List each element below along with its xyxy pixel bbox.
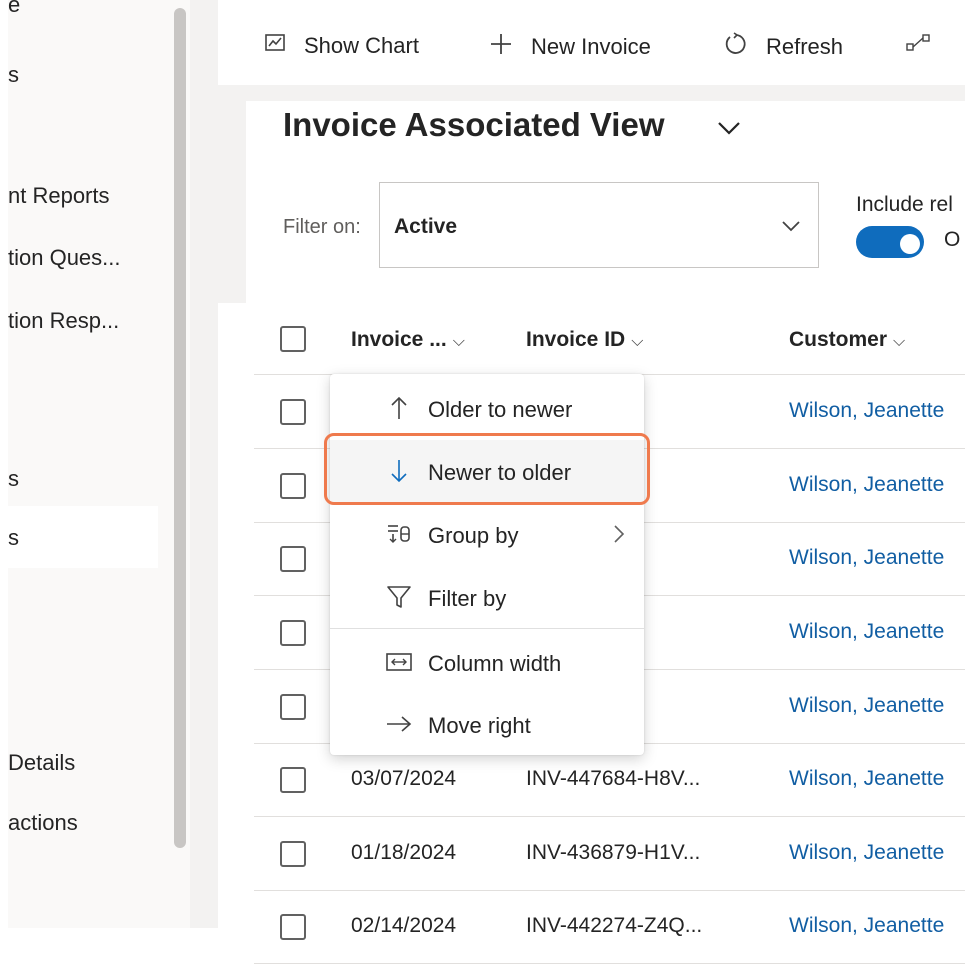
flow-icon	[906, 32, 932, 60]
toggle-knob	[900, 234, 920, 254]
sidebar-item[interactable]: e	[8, 0, 158, 18]
group-by-icon	[386, 521, 412, 547]
view-gutter	[218, 85, 246, 303]
customer-link[interactable]: Wilson, Jeanette	[789, 914, 944, 938]
table-row[interactable]: 02/14/2024 INV-442274-Z4Q... Wilson, Jea…	[254, 890, 965, 964]
menu-item-move-right[interactable]: Move right	[330, 693, 644, 755]
sidebar-item[interactable]: s	[8, 62, 158, 88]
invoice-date-cell: 02/14/2024	[351, 914, 457, 937]
sidebar-scrollbar[interactable]	[174, 8, 186, 848]
new-invoice-button[interactable]: New Invoice	[489, 32, 651, 62]
invoice-id-cell[interactable]: INV-442274-Z4Q...	[526, 914, 702, 938]
highlight-annotation	[324, 433, 650, 505]
menu-item-column-width[interactable]: Column width	[330, 631, 644, 693]
menu-item-label: Column width	[428, 651, 562, 676]
menu-item-filter-by[interactable]: Filter by	[330, 566, 644, 628]
table-row[interactable]: 01/18/2024 INV-436879-H1V... Wilson, Jea…	[254, 817, 965, 891]
show-chart-label: Show Chart	[304, 33, 419, 58]
menu-item-older-to-newer[interactable]: Older to newer	[330, 377, 644, 439]
row-checkbox[interactable]	[280, 546, 306, 572]
view-title: Invoice Associated View	[283, 106, 665, 143]
column-header-invoice-id[interactable]: Invoice ID ⌵	[526, 328, 643, 352]
invoice-id-cell[interactable]: INV-447684-H8V...	[526, 767, 700, 791]
select-all-checkbox[interactable]	[280, 326, 306, 352]
customer-link[interactable]: Wilson, Jeanette	[789, 694, 944, 718]
include-related-label: Include rel	[856, 193, 953, 216]
sidebar-item[interactable]: Details	[8, 750, 158, 776]
chevron-right-icon	[614, 525, 625, 543]
column-width-icon	[386, 649, 412, 675]
sidebar-item[interactable]: tion Resp...	[8, 308, 158, 334]
filter-icon	[386, 584, 412, 610]
invoice-date-cell: 03/07/2024	[351, 767, 457, 790]
row-checkbox[interactable]	[280, 914, 306, 940]
plus-icon	[489, 32, 513, 62]
row-checkbox[interactable]	[280, 767, 306, 793]
include-related-toggle[interactable]	[856, 226, 924, 258]
chevron-down-icon	[782, 221, 800, 232]
arrow-right-icon	[386, 711, 412, 737]
filter-dropdown[interactable]: Active	[379, 182, 819, 268]
sidebar-item[interactable]: s	[8, 466, 158, 492]
sidebar-item[interactable]: nt Reports	[8, 183, 158, 209]
view-selector-chevron-icon[interactable]	[714, 112, 744, 142]
customer-link[interactable]: Wilson, Jeanette	[789, 473, 944, 497]
chevron-down-icon: ⌵	[631, 333, 644, 350]
menu-item-label: Move right	[428, 713, 531, 738]
pane-divider	[190, 0, 218, 928]
menu-item-label: Filter by	[428, 586, 507, 611]
column-header-label: Invoice ...	[351, 328, 447, 351]
menu-item-label: Older to newer	[428, 397, 573, 422]
column-header-invoice-date[interactable]: Invoice ... ⌵	[351, 328, 465, 352]
window-edge	[0, 0, 8, 928]
chevron-down-icon: ⌵	[452, 333, 465, 350]
menu-divider	[330, 628, 644, 629]
toggle-state-label: O	[944, 228, 961, 251]
sidebar-item[interactable]: tion Ques...	[8, 245, 158, 271]
customer-link[interactable]: Wilson, Jeanette	[789, 841, 944, 865]
new-invoice-label: New Invoice	[531, 34, 651, 59]
row-checkbox[interactable]	[280, 694, 306, 720]
customer-link[interactable]: Wilson, Jeanette	[789, 546, 944, 570]
customer-link[interactable]: Wilson, Jeanette	[789, 767, 944, 791]
chart-icon	[264, 32, 286, 60]
column-header-label: Invoice ID	[526, 328, 626, 351]
refresh-label: Refresh	[766, 34, 844, 59]
header-separator	[218, 85, 965, 101]
refresh-button[interactable]: Refresh	[724, 32, 843, 62]
sidebar-item[interactable]: actions	[8, 810, 158, 836]
column-context-menu: Older to newer Newer to older Group by F…	[330, 374, 644, 755]
filter-value: Active	[394, 215, 458, 238]
sidebar-item-selected[interactable]: s	[8, 525, 158, 551]
refresh-icon	[724, 32, 748, 62]
chevron-down-icon: ⌵	[893, 333, 906, 350]
invoice-id-cell[interactable]: INV-436879-H1V...	[526, 841, 700, 865]
row-checkbox[interactable]	[280, 620, 306, 646]
column-header-customer[interactable]: Customer ⌵	[789, 328, 905, 352]
row-checkbox[interactable]	[280, 841, 306, 867]
customer-link[interactable]: Wilson, Jeanette	[789, 620, 944, 644]
row-checkbox[interactable]	[280, 399, 306, 425]
column-header-label: Customer	[789, 328, 888, 351]
customer-link[interactable]: Wilson, Jeanette	[789, 399, 944, 423]
menu-item-group-by[interactable]: Group by	[330, 503, 644, 565]
show-chart-button[interactable]: Show Chart	[264, 32, 419, 60]
flow-button[interactable]	[906, 32, 950, 60]
command-bar: Show Chart New Invoice Refresh	[218, 10, 965, 85]
grid-header: Invoice ... ⌵ Invoice ID ⌵ Customer ⌵	[254, 306, 965, 375]
sidebar: e s nt Reports tion Ques... tion Resp...…	[8, 0, 190, 928]
invoice-date-cell: 01/18/2024	[351, 841, 457, 864]
menu-item-label: Group by	[428, 523, 519, 548]
row-checkbox[interactable]	[280, 473, 306, 499]
arrow-up-icon	[386, 395, 412, 421]
filter-label: Filter on:	[283, 216, 361, 238]
